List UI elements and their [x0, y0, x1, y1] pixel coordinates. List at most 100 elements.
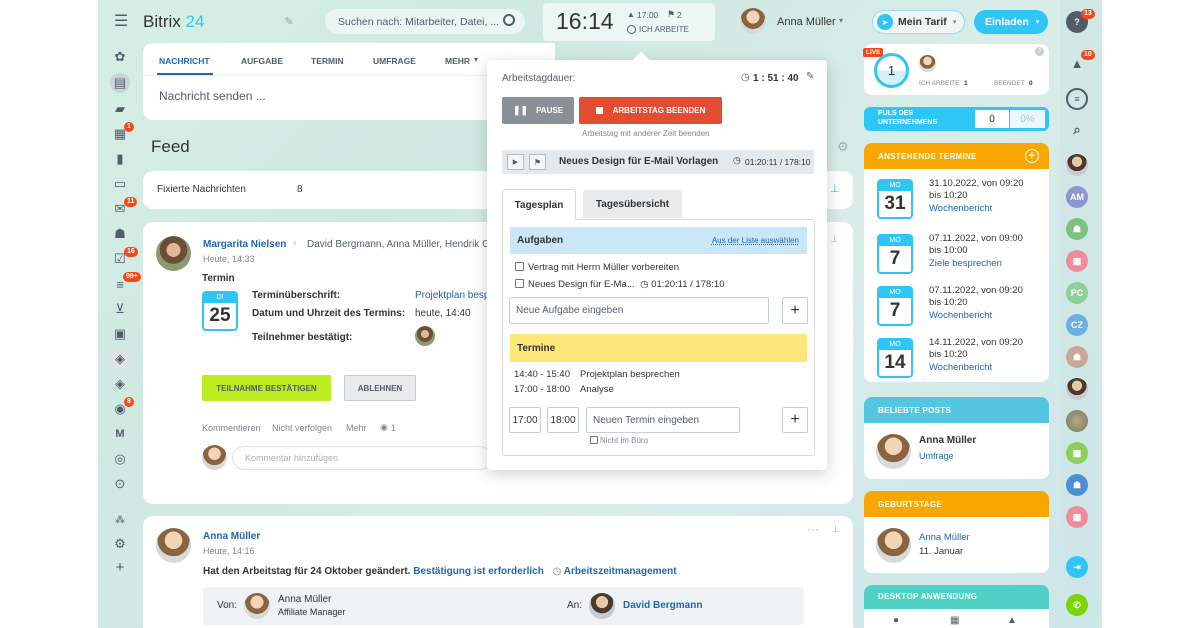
- post-author-avatar[interactable]: [876, 434, 911, 469]
- group-chat-icon[interactable]: ☗: [1066, 474, 1088, 496]
- groups-icon[interactable]: ☗: [110, 224, 130, 244]
- pause-button[interactable]: ❚❚ PAUSE: [502, 97, 574, 124]
- worktime-link[interactable]: Arbeitszeitmanagement: [564, 566, 677, 577]
- feed-icon[interactable]: ▤: [110, 73, 130, 93]
- new-event-input[interactable]: Neuen Termin eingeben: [586, 407, 740, 433]
- contact-initials[interactable]: PC: [1066, 282, 1088, 304]
- participant-avatar[interactable]: [415, 326, 435, 346]
- task-item[interactable]: Vertrag mit Herrn Müller vorbereiten: [515, 262, 679, 273]
- search-icon[interactable]: [503, 14, 515, 26]
- current-task-name[interactable]: Neues Design für E-Mail Vorlagen: [559, 156, 718, 167]
- box2-icon[interactable]: ◈: [110, 374, 130, 394]
- finish-flag-icon[interactable]: ⚑: [529, 154, 546, 170]
- event-name[interactable]: Projektplan besprechen: [580, 369, 680, 380]
- tab-termin[interactable]: TERMIN: [311, 56, 344, 66]
- composer-input[interactable]: Nachricht senden ...: [159, 89, 266, 103]
- pin-icon[interactable]: ⊥: [830, 182, 840, 195]
- edit-icon[interactable]: ✎: [806, 71, 814, 82]
- company-pulse[interactable]: PULS DES UNTERNEHMENS 0 0%: [864, 107, 1049, 131]
- event-from-time[interactable]: 17:00: [509, 407, 541, 433]
- chevron-down-icon[interactable]: ▾: [839, 16, 843, 25]
- contact-card-icon[interactable]: ▣: [110, 324, 130, 344]
- event-to-time[interactable]: 18:00: [547, 407, 579, 433]
- help-icon[interactable]: ?: [1035, 47, 1044, 56]
- checkbox[interactable]: [515, 262, 524, 271]
- author-avatar[interactable]: [156, 236, 191, 271]
- calendar-chat-icon[interactable]: ▦: [1066, 442, 1088, 464]
- tab-umfrage[interactable]: UMFRAGE: [373, 56, 416, 66]
- group-icon[interactable]: ☗: [1066, 346, 1088, 368]
- pin-icon[interactable]: ⊥: [831, 524, 840, 535]
- windows-icon[interactable]: ▦: [950, 615, 959, 626]
- confirm-button[interactable]: TEILNAHME BESTÄTIGEN: [202, 375, 331, 401]
- widget-icon[interactable]: ✿: [110, 47, 130, 67]
- contact-initials[interactable]: CZ: [1066, 314, 1088, 336]
- work-clock[interactable]: 16:14 ▲ 17:00 ⚑ 2 ICH ARBEITE: [543, 3, 715, 41]
- event-item[interactable]: MO 7 07.11.2022, von 09:20 bis 10:20 Woch…: [877, 285, 1037, 328]
- birthday-name[interactable]: Anna Müller: [919, 532, 970, 543]
- logo[interactable]: Bitrix 24: [143, 12, 204, 32]
- add-event-button[interactable]: +: [782, 407, 808, 433]
- plus-icon[interactable]: +: [110, 557, 130, 577]
- birthday-avatar[interactable]: [876, 528, 911, 563]
- search-box[interactable]: Suchen nach: Mitarbeiter, Datei, ...: [325, 9, 525, 34]
- tab-tagesuebersicht[interactable]: Tagesübersicht: [583, 190, 682, 218]
- event-item[interactable]: MO 7 07.11.2022, von 09:00 bis 10:00 Ziel…: [877, 233, 1037, 276]
- post-author[interactable]: Anna Müller: [919, 435, 976, 446]
- menu-icon[interactable]: ☰: [112, 12, 130, 30]
- event-name[interactable]: Analyse: [580, 384, 614, 395]
- tab-mehr[interactable]: MEHR: [445, 56, 470, 66]
- user-avatar[interactable]: [740, 8, 766, 34]
- author-name[interactable]: Anna Müller: [203, 531, 260, 542]
- confirmation-link[interactable]: Bestätigung ist erforderlich: [413, 566, 544, 577]
- calendar-chat-icon[interactable]: ▦: [1066, 250, 1088, 272]
- author-avatar[interactable]: [156, 528, 191, 563]
- invite-button[interactable]: Einladen ▾: [974, 10, 1048, 34]
- structure-icon[interactable]: ⁂: [110, 510, 130, 530]
- tab-nachricht[interactable]: NACHRICHT: [159, 56, 210, 66]
- unfollow-link[interactable]: Nicht verfolgen: [272, 423, 332, 433]
- chat-icon[interactable]: ≡: [1066, 88, 1088, 110]
- event-item[interactable]: MO 31 31.10.2022, von 09:20 bis 10:20 Woc…: [877, 178, 1037, 221]
- group-icon[interactable]: ☗: [1066, 218, 1088, 240]
- chat-icon[interactable]: ▰: [110, 99, 130, 119]
- add-task-button[interactable]: +: [782, 297, 808, 324]
- post-link[interactable]: Umfrage: [919, 451, 954, 461]
- task-item[interactable]: Neues Design für E-Ma... ◷ 01:20:11 / 17…: [515, 279, 724, 290]
- event-item[interactable]: MO 14 14.11.2022, von 09:20 bis 10:20 Woc…: [877, 337, 1037, 380]
- select-from-list-link[interactable]: Aus der Liste auswählen: [712, 236, 799, 245]
- add-circle-icon[interactable]: +: [1025, 149, 1039, 163]
- von-name[interactable]: Anna Müller: [278, 594, 331, 605]
- checkbox[interactable]: [515, 279, 524, 288]
- settings-icon[interactable]: ⚙: [110, 534, 130, 554]
- play-icon[interactable]: ▶: [507, 154, 524, 170]
- phone-icon[interactable]: ✆: [1066, 594, 1088, 616]
- author-name[interactable]: Margarita Nielsen: [203, 239, 286, 250]
- user-name[interactable]: Anna Müller: [777, 16, 836, 28]
- checkbox[interactable]: [590, 436, 598, 444]
- pencil-icon[interactable]: ✎: [282, 14, 296, 28]
- end-workday-button[interactable]: ARBEITSTAG BEENDEN: [579, 97, 722, 124]
- tab-aufgabe[interactable]: AUFGABE: [241, 56, 283, 66]
- contact-avatar[interactable]: [1066, 410, 1088, 432]
- comment-input[interactable]: Kommentar hinzufügen: [232, 446, 492, 470]
- letter-m-icon[interactable]: M: [110, 424, 130, 444]
- exit-icon[interactable]: ⇥: [1066, 556, 1088, 578]
- calendar-chat-icon[interactable]: ▦: [1066, 506, 1088, 528]
- event-title[interactable]: Ziele besprechen: [929, 258, 1002, 269]
- cart-icon[interactable]: ⊻: [110, 299, 130, 319]
- not-in-office-option[interactable]: Nicht im Büro: [590, 436, 648, 445]
- pin-icon[interactable]: ⊥: [830, 234, 839, 245]
- more-link[interactable]: Mehr: [346, 423, 367, 433]
- my-plan-button[interactable]: ➤ Mein Tarif ▾: [872, 10, 965, 34]
- event-title[interactable]: Wochenbericht: [929, 203, 992, 214]
- contact-initials[interactable]: AM: [1066, 186, 1088, 208]
- tab-tagesplan[interactable]: Tagesplan: [502, 189, 576, 220]
- live-widget[interactable]: LIVE 1 ICH ARBEITE 1 BEENDET 0 ?: [863, 44, 1049, 95]
- drive-icon[interactable]: ▭: [110, 174, 130, 194]
- more-dots-icon[interactable]: ···: [807, 522, 819, 536]
- linux-icon[interactable]: ▲: [1007, 615, 1017, 626]
- contact-avatar[interactable]: [1066, 154, 1088, 176]
- other-time-link[interactable]: Arbeitstag mit anderer Zeit beenden: [582, 129, 710, 138]
- apple-icon[interactable]: ●: [893, 615, 899, 626]
